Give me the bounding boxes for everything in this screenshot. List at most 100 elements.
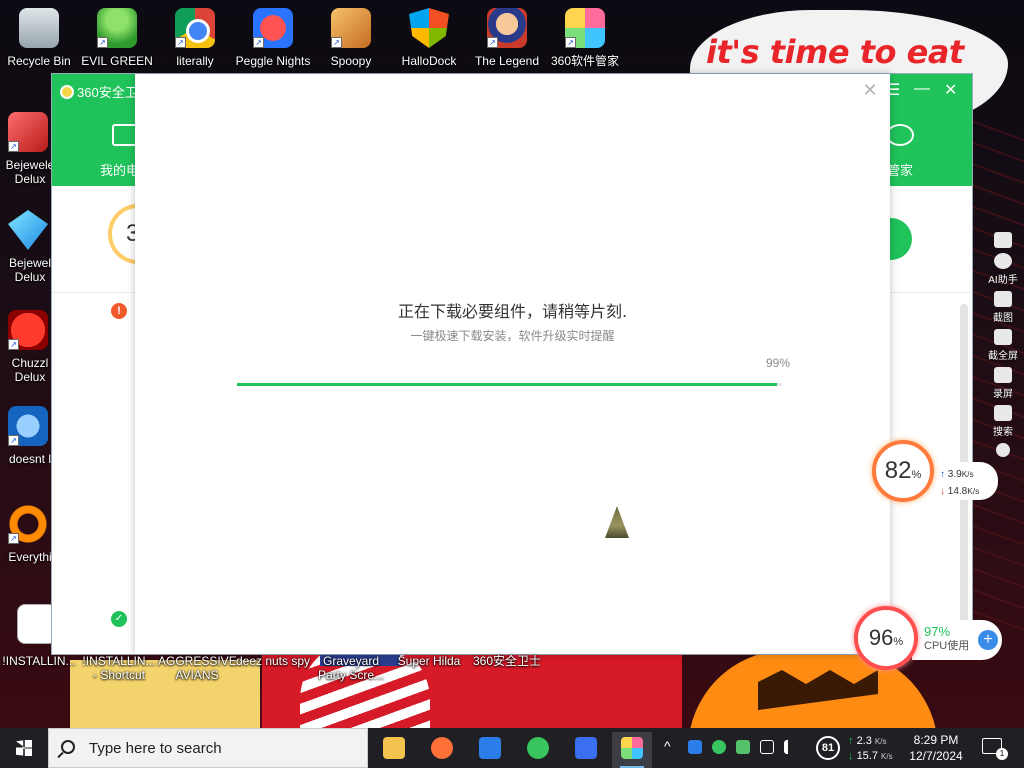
cpu-monitor-widget[interactable]: 97% CPU使用 + 96%: [854, 606, 1002, 670]
toolbar-screenshot[interactable]: 截图: [985, 291, 1021, 324]
dialog-title: 正在下载必要组件，请稍等片刻.: [397, 302, 628, 321]
360-logo-icon: [60, 85, 74, 99]
upload-arrow-icon: ↑: [940, 469, 945, 480]
desktop-icon-evil-green[interactable]: ↗ EVIL GREEN: [78, 8, 156, 68]
document-icon: [17, 604, 57, 644]
upload-arrow-icon: ↑: [848, 735, 854, 747]
tray-unit: K/s: [874, 737, 887, 746]
nav-item-my-computer[interactable]: 我的电: [100, 160, 139, 179]
close-button[interactable]: ✕: [944, 80, 957, 100]
360-software-icon: [621, 737, 643, 759]
desktop-icon-label: EVIL GREEN: [81, 54, 153, 68]
clock-date: 12/7/2024: [909, 749, 963, 763]
tray-net-speed: ↑ 2.3 K/s ↓ 15.7 K/s: [848, 734, 893, 764]
minimize-button[interactable]: —: [914, 80, 930, 98]
desktop-icon-label[interactable]: Graveyard Party Scre...: [312, 654, 390, 682]
desktop-icon-label[interactable]: !INSTALLIN...: [0, 654, 78, 668]
taskbar-360-software-manager[interactable]: [612, 732, 652, 768]
shortcut-arrow-icon: ↗: [8, 435, 19, 446]
desktop-icon-360-software[interactable]: ↗ 360软件管家: [546, 8, 624, 68]
shortcut-arrow-icon: ↗: [8, 533, 19, 544]
toolbar-full-screenshot[interactable]: 截全屏: [985, 329, 1021, 362]
shortcut-arrow-icon: ↗: [253, 37, 264, 48]
shortcut-arrow-icon: ↗: [97, 37, 108, 48]
desktop-icon-peggle-nights[interactable]: ↗ Peggle Nights: [234, 8, 312, 68]
ai-assistant-icon: [994, 253, 1012, 269]
desktop-icon-label: The Legend: [474, 54, 540, 68]
taskbar-clock[interactable]: 8:29 PM 12/7/2024: [902, 732, 970, 764]
settings-icon: [996, 443, 1010, 457]
desktop-icon-label: Bejewele Delux: [5, 158, 55, 186]
search-icon: [61, 740, 75, 754]
notification-count: 1: [996, 748, 1008, 760]
desktop-icon-label: Bejewel Delux: [8, 256, 52, 284]
taskbar-file-explorer[interactable]: [374, 732, 414, 768]
desktop-icon-label[interactable]: 360安全卫士: [468, 654, 546, 668]
shortcut-arrow-icon: ↗: [175, 37, 186, 48]
desktop-icon-label: Peggle Nights: [235, 54, 311, 68]
taskbar-360-shield[interactable]: [470, 732, 510, 768]
dialog-subtitle: 一键极速下载安装，软件升级实时提醒: [410, 329, 615, 343]
bejeweled-icon: ↗: [8, 112, 48, 152]
desktop-icon-everything[interactable]: ↗ Everythi: [0, 504, 58, 564]
desktop-icon-literally[interactable]: ↗ literally: [156, 8, 234, 68]
shortcut-arrow-icon: ↗: [331, 37, 342, 48]
video-record-icon: [994, 367, 1012, 383]
plus-icon[interactable]: +: [978, 630, 998, 650]
network-speed-panel: ↑ 3.9K/s ↓ 14.8K/s: [928, 462, 998, 500]
desktop-icon-hallodock[interactable]: HalloDock: [390, 8, 468, 68]
start-button[interactable]: [0, 728, 48, 768]
toolbar-shield[interactable]: [985, 232, 1021, 248]
desktop-icon-label[interactable]: AGGRESSIVE AVIANS: [158, 654, 237, 682]
tray-360-icon[interactable]: [712, 740, 726, 754]
taskbar-search-box[interactable]: Type here to search: [48, 728, 368, 768]
tray-user-icon[interactable]: [736, 740, 750, 754]
taskbar-360-safe[interactable]: [518, 732, 558, 768]
tray-shield-icon[interactable]: [688, 740, 702, 754]
windows-logo-icon: [16, 740, 32, 756]
upload-speed: 3.9: [947, 469, 962, 480]
memory-usage-ring: 82%: [872, 440, 934, 502]
desktop-icon-label[interactable]: !INSTALLIN... - Shortcut: [80, 654, 158, 682]
taskbar-360-guard[interactable]: [566, 732, 606, 768]
cpu-ring: 96%: [854, 606, 918, 670]
desktop-icon-doesnt[interactable]: ↗ doesnt l: [0, 406, 58, 466]
desktop-icon-spoopy[interactable]: ↗ Spoopy: [312, 8, 390, 68]
desktop-icon-label[interactable]: deez nuts spy: [234, 654, 312, 668]
tray-chevron-icon[interactable]: ^: [664, 738, 671, 754]
dialog-close-button[interactable]: ✕: [860, 80, 880, 100]
desktop-icon-bejeweled-1[interactable]: ↗ Bejewele Delux: [0, 112, 58, 186]
360-safe-icon: [527, 737, 549, 759]
chrome-icon: ↗: [175, 8, 215, 48]
bejeweled-diamond-icon: [8, 210, 48, 250]
app-title-text: 360安全卫: [77, 85, 138, 100]
desktop-icon-recycle-bin[interactable]: Recycle Bin: [0, 8, 78, 68]
volume-icon[interactable]: [784, 740, 798, 754]
app-title: 360安全卫: [60, 82, 138, 101]
desktop-icon-bejeweled-2[interactable]: Bejewel Delux: [0, 210, 58, 284]
desktop-icon-chuzzle[interactable]: ↗ Chuzzl Delux: [0, 310, 58, 384]
toolbar-search[interactable]: 搜索: [985, 405, 1021, 438]
toolbar-ai-assistant[interactable]: AI助手: [985, 253, 1021, 286]
tray-badge[interactable]: 81: [816, 736, 840, 760]
taskbar-firefox[interactable]: [422, 732, 462, 768]
desktop-icon-label[interactable]: Super Hilda: [390, 654, 468, 668]
cpu-panel: 97% CPU使用 +: [912, 620, 1002, 660]
desktop-icon-label: Everythi: [8, 550, 52, 564]
tray-upload: 2.3: [856, 735, 872, 747]
toolbar-record[interactable]: 录屏: [985, 367, 1021, 400]
shortcut-arrow-icon: ↗: [8, 339, 19, 350]
progress-bar: [237, 383, 782, 386]
chuzzle-icon: ↗: [8, 310, 48, 350]
ok-check-icon: ✓: [111, 611, 127, 627]
network-icon[interactable]: [760, 740, 774, 754]
network-monitor-widget[interactable]: ↑ 3.9K/s ↓ 14.8K/s 82%: [872, 440, 998, 506]
progress-bar-fill: [237, 383, 777, 386]
shield-check-icon: [994, 232, 1012, 248]
guard-icon: [575, 737, 597, 759]
download-speed: 14.8: [947, 486, 968, 497]
folder-icon: [383, 737, 405, 759]
peggle-icon: ↗: [253, 8, 293, 48]
legend-character-icon: ↗: [487, 8, 527, 48]
desktop-icon-the-legend[interactable]: ↗ The Legend: [468, 8, 546, 68]
